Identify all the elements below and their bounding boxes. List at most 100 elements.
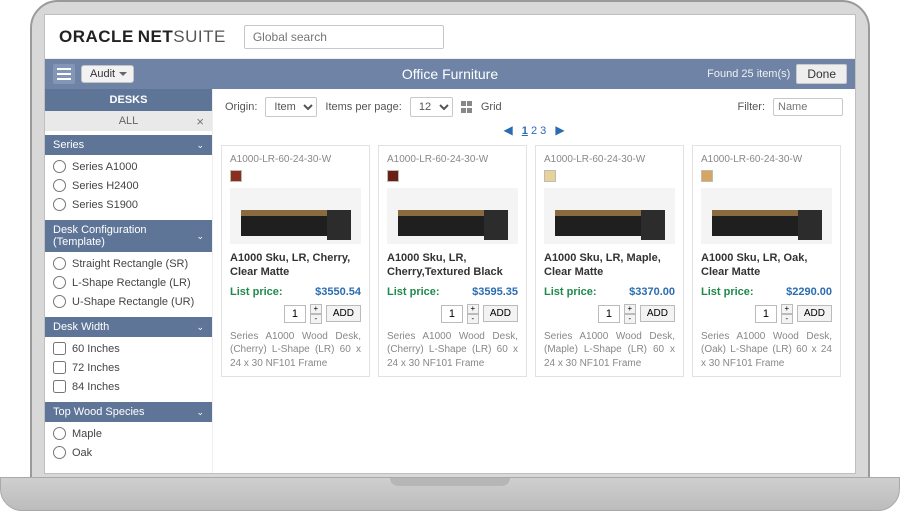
facet-title-config: Desk Configuration (Template)	[53, 224, 196, 248]
filter-name-input[interactable]	[773, 98, 843, 116]
product-description: Series A1000 Wood Desk, (Cherry) L-Shape…	[387, 330, 518, 371]
quantity-stepper[interactable]: + -	[310, 304, 322, 324]
laptop-base	[0, 477, 900, 511]
radio-input[interactable]	[53, 160, 66, 173]
product-thumbnail	[230, 188, 361, 244]
radio-input[interactable]	[53, 198, 66, 211]
product-thumbnail	[387, 188, 518, 244]
grid-label: Grid	[481, 101, 502, 113]
checkbox-input[interactable]	[53, 361, 66, 374]
facet-option[interactable]: Series A1000	[53, 157, 204, 176]
origin-select[interactable]: Item	[265, 97, 317, 117]
radio-input[interactable]	[53, 446, 66, 459]
product-description: Series A1000 Wood Desk, (Cherry) L-Shape…	[230, 330, 361, 371]
facet-title-series: Series	[53, 139, 84, 151]
qty-down-button[interactable]: -	[467, 314, 479, 324]
menu-icon[interactable]	[53, 64, 75, 84]
add-button[interactable]: ADD	[483, 305, 518, 322]
product-card[interactable]: A1000-LR-60-24-30-W A1000 Sku, LR, Oak, …	[692, 145, 841, 377]
color-swatch	[387, 170, 399, 182]
result-count: Found 25 item(s)	[707, 68, 790, 80]
list-price-label: List price:	[701, 286, 754, 298]
list-price-value: $3595.35	[472, 286, 518, 298]
pager-prev[interactable]: ◀	[497, 123, 518, 137]
sidebar-all-row[interactable]: ALL ×	[45, 111, 212, 131]
color-swatch	[701, 170, 713, 182]
product-sku: A1000-LR-60-24-30-W	[544, 154, 675, 165]
quantity-input[interactable]	[441, 305, 463, 323]
qty-down-button[interactable]: -	[624, 314, 636, 324]
facet-option[interactable]: 84 Inches	[53, 377, 204, 396]
sidebar-all-label: ALL	[119, 115, 139, 127]
qty-up-button[interactable]: +	[467, 304, 479, 314]
product-sku: A1000-LR-60-24-30-W	[701, 154, 832, 165]
product-card[interactable]: A1000-LR-60-24-30-W A1000 Sku, LR, Cherr…	[378, 145, 527, 377]
qty-down-button[interactable]: -	[781, 314, 793, 324]
radio-input[interactable]	[53, 179, 66, 192]
items-per-page-select[interactable]: 12	[410, 97, 453, 117]
list-price-label: List price:	[230, 286, 283, 298]
qty-up-button[interactable]: +	[310, 304, 322, 314]
list-price-value: $2290.00	[786, 286, 832, 298]
product-card[interactable]: A1000-LR-60-24-30-W A1000 Sku, LR, Cherr…	[221, 145, 370, 377]
quantity-input[interactable]	[284, 305, 306, 323]
facet-option[interactable]: U-Shape Rectangle (UR)	[53, 292, 204, 311]
facet-option[interactable]: L-Shape Rectangle (LR)	[53, 273, 204, 292]
radio-input[interactable]	[53, 295, 66, 308]
facet-option[interactable]: Series S1900	[53, 195, 204, 214]
add-button[interactable]: ADD	[326, 305, 361, 322]
product-thumbnail	[701, 188, 832, 244]
facet-header-width[interactable]: Desk Width ⌄	[45, 317, 212, 337]
origin-label: Origin:	[225, 101, 257, 113]
radio-input[interactable]	[53, 427, 66, 440]
quantity-stepper[interactable]: + -	[781, 304, 793, 324]
facet-option[interactable]: 60 Inches	[53, 339, 204, 358]
facet-option[interactable]: Maple	[53, 424, 204, 443]
qty-up-button[interactable]: +	[624, 304, 636, 314]
color-swatch	[544, 170, 556, 182]
facet-header-config[interactable]: Desk Configuration (Template) ⌄	[45, 220, 212, 252]
product-card[interactable]: A1000-LR-60-24-30-W A1000 Sku, LR, Maple…	[535, 145, 684, 377]
quantity-stepper[interactable]: + -	[624, 304, 636, 324]
pager-page-3[interactable]: 3	[540, 125, 546, 137]
pager-page-1[interactable]: 1	[522, 125, 528, 137]
facet-option[interactable]: Oak	[53, 443, 204, 462]
list-price-value: $3370.00	[629, 286, 675, 298]
items-per-page-label: Items per page:	[325, 101, 401, 113]
audit-dropdown[interactable]: Audit	[81, 65, 134, 83]
chevron-down-icon: ⌄	[196, 322, 204, 333]
grid-view-icon[interactable]	[461, 101, 473, 113]
audit-label: Audit	[90, 68, 115, 80]
pager-page-2[interactable]: 2	[531, 125, 537, 137]
facet-option[interactable]: Straight Rectangle (SR)	[53, 254, 204, 273]
facet-option[interactable]: 72 Inches	[53, 358, 204, 377]
chevron-down-icon: ⌄	[196, 140, 204, 151]
close-icon[interactable]: ×	[196, 114, 204, 129]
brand-logo: ORACLE NETSUITE	[59, 27, 226, 47]
global-search-input[interactable]	[244, 25, 444, 49]
filter-label: Filter:	[738, 101, 766, 113]
facet-option[interactable]: Series H2400	[53, 176, 204, 195]
add-button[interactable]: ADD	[640, 305, 675, 322]
checkbox-input[interactable]	[53, 380, 66, 393]
brand-oracle: ORACLE	[59, 27, 134, 47]
checkbox-input[interactable]	[53, 342, 66, 355]
radio-input[interactable]	[53, 276, 66, 289]
facet-header-series[interactable]: Series ⌄	[45, 135, 212, 155]
done-button[interactable]: Done	[796, 64, 847, 84]
radio-input[interactable]	[53, 257, 66, 270]
sidebar-category-header: DESKS	[45, 89, 212, 111]
chevron-down-icon: ⌄	[196, 231, 204, 242]
pager-next[interactable]: ▶	[549, 123, 570, 137]
quantity-input[interactable]	[598, 305, 620, 323]
list-price-label: List price:	[387, 286, 440, 298]
brand-net: NET	[138, 27, 174, 46]
quantity-input[interactable]	[755, 305, 777, 323]
facet-header-wood[interactable]: Top Wood Species ⌄	[45, 402, 212, 422]
qty-up-button[interactable]: +	[781, 304, 793, 314]
add-button[interactable]: ADD	[797, 305, 832, 322]
qty-down-button[interactable]: -	[310, 314, 322, 324]
product-title: A1000 Sku, LR, Maple, Clear Matte	[544, 252, 675, 280]
quantity-stepper[interactable]: + -	[467, 304, 479, 324]
list-price-label: List price:	[544, 286, 597, 298]
